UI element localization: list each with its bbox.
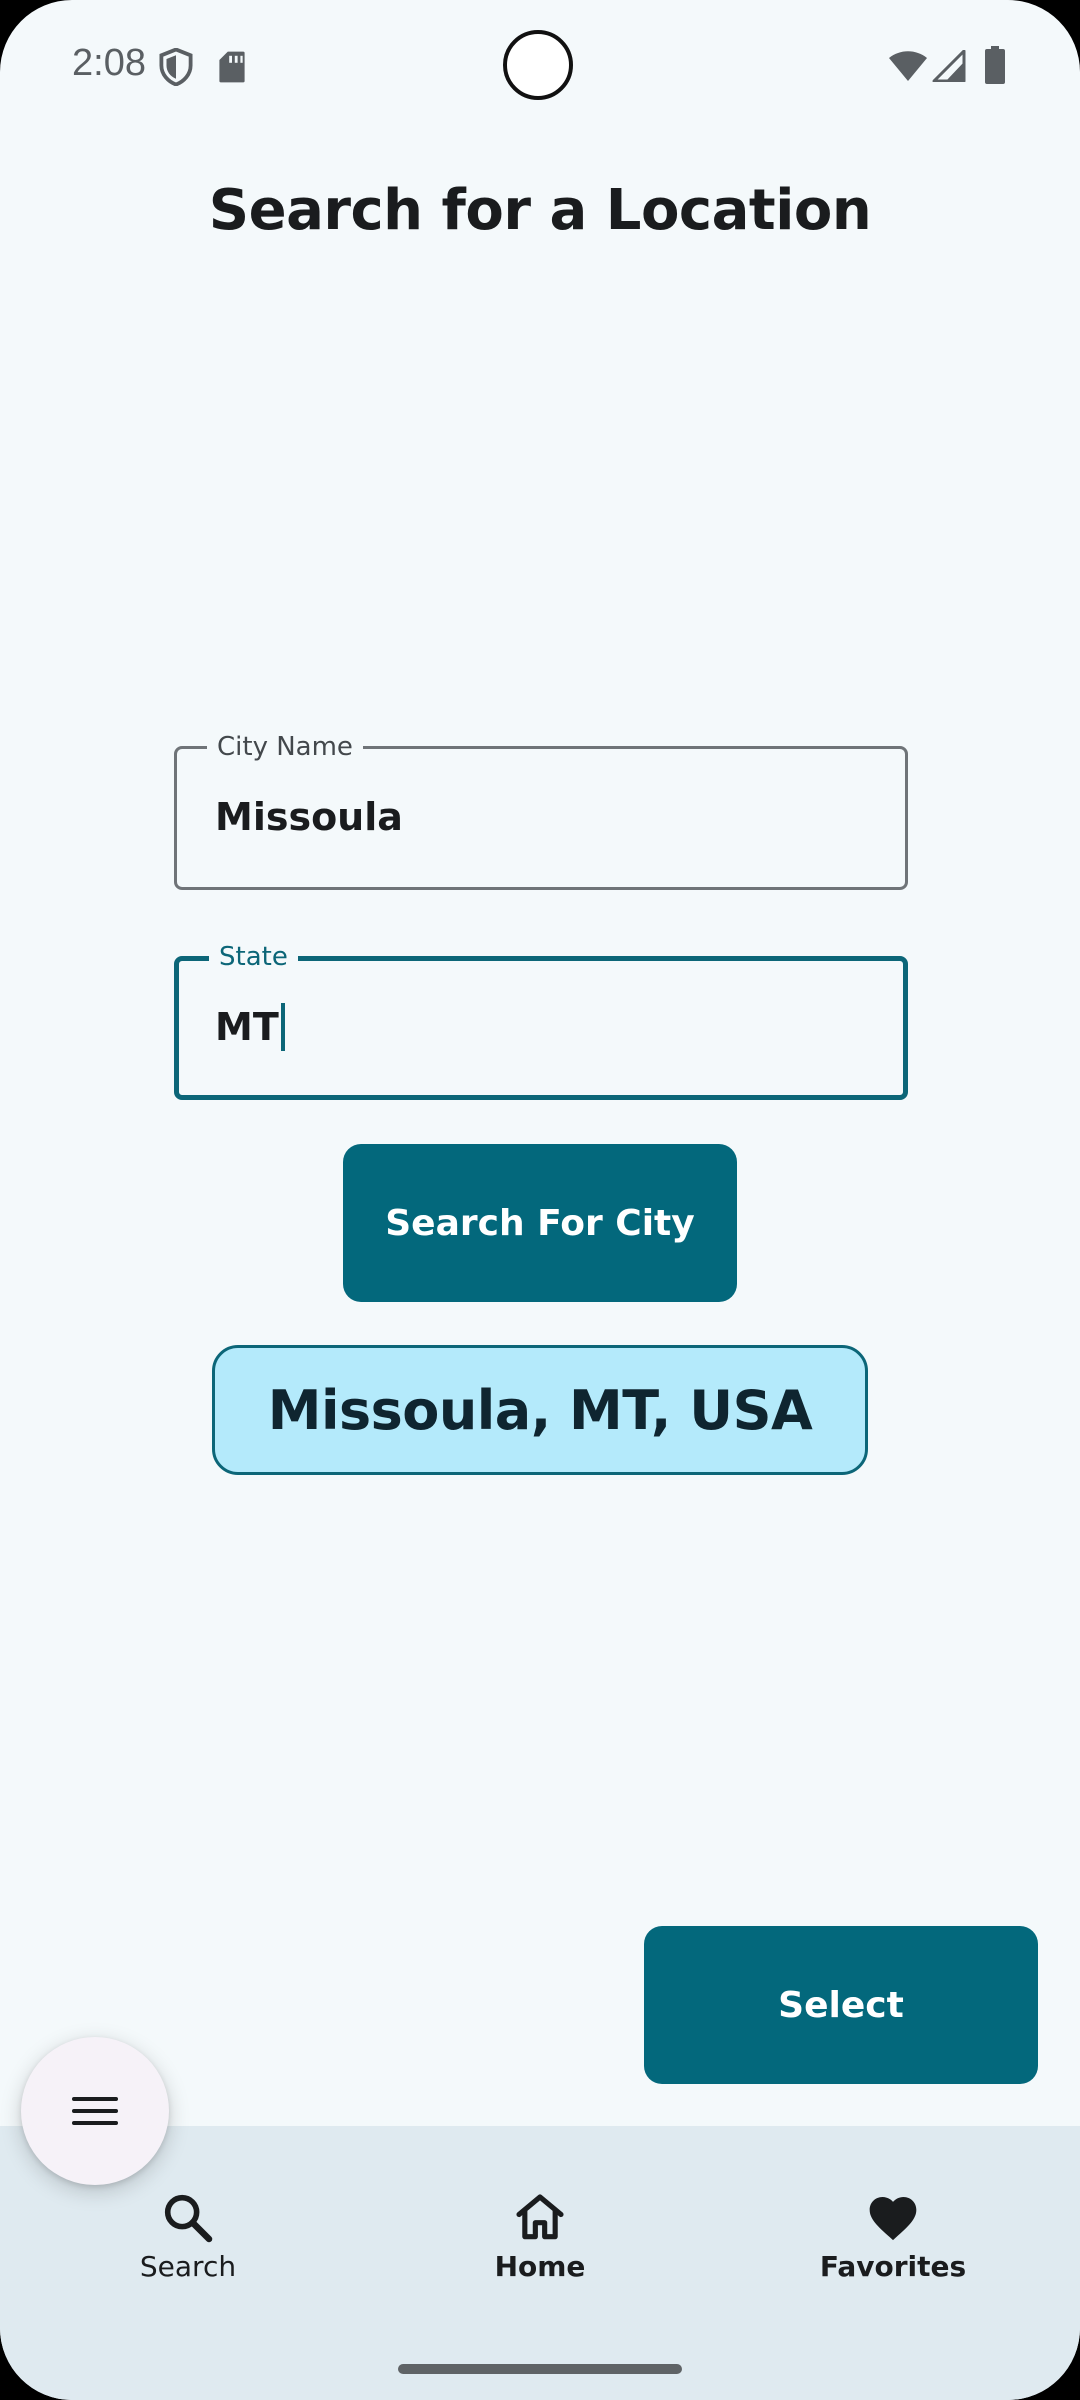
battery-icon [985, 46, 1005, 84]
search-icon [164, 2194, 213, 2243]
nav-label-search: Search [139, 2250, 237, 2283]
status-bar: 2:08 [0, 0, 1080, 130]
nav-label-home: Home [494, 2250, 586, 2283]
signal-icon [932, 50, 966, 82]
status-time: 2:08 [72, 42, 146, 84]
state-value: MT [215, 1005, 279, 1049]
city-name-value: Missoula [215, 795, 403, 839]
select-button[interactable]: Select [644, 1926, 1038, 2084]
state-input[interactable]: MT [215, 1003, 285, 1051]
wifi-icon [889, 51, 927, 81]
menu-fab-button[interactable] [21, 2037, 169, 2185]
gesture-handle [398, 2364, 682, 2374]
nav-item-home[interactable]: Home [420, 2190, 660, 2310]
state-field[interactable]: State MT [174, 942, 908, 1100]
bottom-navigation: Search Home Favorites [0, 2126, 1080, 2400]
search-result-item[interactable]: Missoula, MT, USA [212, 1345, 868, 1475]
nav-item-search[interactable]: Search [68, 2190, 308, 2310]
heart-icon [869, 2197, 917, 2241]
city-name-field[interactable]: City Name Missoula [174, 732, 908, 890]
page-title: Search for a Location [208, 178, 872, 243]
city-name-input[interactable]: Missoula [215, 795, 403, 839]
city-name-label: City Name [207, 732, 363, 762]
search-for-city-button[interactable]: Search For City [343, 1144, 737, 1302]
sd-card-icon [219, 51, 245, 83]
nav-label-favorites: Favorites [819, 2250, 967, 2283]
app-screen: 2:08 Search for a Location City Name Mis… [0, 0, 1080, 2400]
text-cursor [280, 1003, 285, 1051]
home-icon [516, 2194, 564, 2240]
shield-icon [159, 48, 193, 86]
camera-cutout [503, 30, 573, 100]
menu-icon [72, 2097, 118, 2125]
nav-item-favorites[interactable]: Favorites [773, 2190, 1013, 2310]
state-label: State [209, 942, 298, 972]
